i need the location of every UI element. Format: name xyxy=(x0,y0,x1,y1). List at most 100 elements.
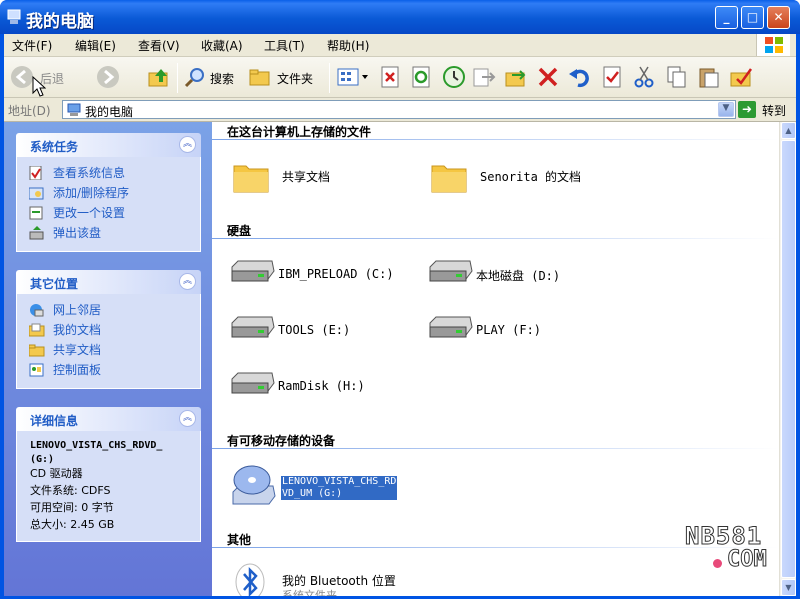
folder-icon xyxy=(233,165,269,193)
collapse-chevron-icon[interactable]: ︽ xyxy=(179,410,196,427)
delete-file-button[interactable] xyxy=(379,65,401,89)
toolbar: 后退 搜索 文件夹 xyxy=(4,57,796,98)
folders-button[interactable]: 文件夹 xyxy=(249,65,323,89)
scroll-down-button[interactable]: ▼ xyxy=(781,579,796,596)
views-button[interactable] xyxy=(336,65,370,89)
link-label: 更改一个设置 xyxy=(53,206,126,220)
menu-favorites[interactable]: 收藏(A) xyxy=(201,37,243,54)
drive-label: PLAY (F:) xyxy=(476,323,542,337)
folder-item[interactable]: 共享文档 xyxy=(232,158,330,199)
up-button[interactable] xyxy=(147,65,171,89)
copy-icon xyxy=(667,66,686,88)
move-to-button[interactable] xyxy=(472,65,496,89)
menu-view[interactable]: 查看(V) xyxy=(138,37,180,54)
system-info-icon xyxy=(29,166,42,180)
folder-options-icon xyxy=(730,68,753,87)
control-panel-icon xyxy=(29,363,44,377)
forward-button[interactable] xyxy=(96,65,128,89)
move-to-icon xyxy=(473,68,496,87)
collapse-chevron-icon[interactable]: ︽ xyxy=(179,273,196,290)
my-documents-link[interactable]: 我的文档 xyxy=(29,320,200,340)
task-pane: 系统任务 ︽ 查看系统信息 添加/删除程序 更改一个设置 弹出该盘 其它位置 ︽… xyxy=(4,122,212,596)
menu-edit[interactable]: 编辑(E) xyxy=(75,37,116,54)
hard-drive-icon xyxy=(429,316,473,338)
refresh-button[interactable] xyxy=(410,65,432,89)
drive-item[interactable]: RamDisk (H:) xyxy=(228,369,365,404)
folder-options-button[interactable] xyxy=(729,65,753,89)
drive-item[interactable]: TOOLS (E:) xyxy=(228,313,350,348)
hard-drive-icon xyxy=(231,372,275,394)
shared-documents-link[interactable]: 共享文档 xyxy=(29,340,200,360)
address-field[interactable]: 我的电脑 ▼ xyxy=(62,100,736,119)
hard-drive-icon xyxy=(231,316,275,338)
collapse-chevron-icon[interactable]: ︽ xyxy=(179,136,196,153)
folder-label: Senorita 的文档 xyxy=(480,170,582,184)
drive-label: IBM_PRELOAD (C:) xyxy=(278,267,394,281)
network-places-link[interactable]: 网上邻居 xyxy=(29,300,200,320)
system-tasks-title: 系统任务 xyxy=(30,140,79,154)
detail-filesystem: 文件系统: CDFS xyxy=(30,484,111,497)
close-button[interactable]: ✕ xyxy=(767,6,790,29)
detail-name: LENOVO_VISTA_CHS_RDVD_ xyxy=(30,440,163,451)
add-remove-icon xyxy=(29,187,44,200)
add-remove-programs-link[interactable]: 添加/删除程序 xyxy=(29,183,200,203)
cut-button[interactable] xyxy=(633,65,655,89)
menu-help[interactable]: 帮助(H) xyxy=(327,37,369,54)
detail-type: CD 驱动器 xyxy=(30,467,83,480)
up-folder-icon xyxy=(148,69,168,87)
scroll-up-button[interactable]: ▲ xyxy=(781,122,796,139)
address-bar: 地址(D) 我的电脑 ▼ ➜ 转到 xyxy=(4,98,796,122)
group-header-files: 在这台计算机上存储的文件 xyxy=(227,125,372,139)
history-button[interactable] xyxy=(442,65,466,89)
hard-drive-icon xyxy=(429,260,473,282)
watermark-top: NB581 xyxy=(684,522,763,551)
copy-button[interactable] xyxy=(665,65,689,89)
folder-icon xyxy=(431,165,467,193)
properties-button[interactable] xyxy=(601,65,623,89)
cd-drive-item[interactable]: LENOVO_VISTA_CHS_RD VD_UM (G:) xyxy=(230,462,420,512)
cd-drive-label: LENOVO_VISTA_CHS_RD VD_UM (G:) xyxy=(281,476,398,500)
group-header-removable: 有可移动存储的设备 xyxy=(227,434,336,448)
folder-icon xyxy=(29,344,45,357)
drive-item[interactable]: PLAY (F:) xyxy=(426,313,541,348)
window-title: 我的电脑 xyxy=(26,12,94,32)
drive-item[interactable]: IBM_PRELOAD (C:) xyxy=(228,257,394,292)
cd-drive-label-line2: VD_UM (G:) xyxy=(282,488,343,499)
search-icon xyxy=(184,68,204,88)
group-header-other: 其他 xyxy=(227,533,252,547)
other-places-header[interactable]: 其它位置 ︽ xyxy=(16,270,201,294)
address-dropdown-button[interactable]: ▼ xyxy=(718,102,734,117)
folder-item[interactable]: Senorita 的文档 xyxy=(430,158,581,199)
paste-button[interactable] xyxy=(697,65,721,89)
forward-arrow-icon xyxy=(97,66,119,88)
copy-to-button[interactable] xyxy=(504,65,528,89)
bluetooth-item[interactable]: 我的 Bluetooth 位置 系统文件夹 xyxy=(232,562,452,596)
drive-label: 本地磁盘 (D:) xyxy=(476,269,561,283)
maximize-button[interactable]: □ xyxy=(741,6,764,29)
network-icon xyxy=(30,304,44,317)
scroll-thumb[interactable] xyxy=(781,140,796,578)
back-arrow-icon xyxy=(11,66,33,88)
detail-free-space: 可用空间: 0 字节 xyxy=(30,501,114,514)
undo-button[interactable] xyxy=(568,65,592,89)
address-label: 地址(D) xyxy=(8,104,51,118)
bluetooth-icon xyxy=(235,563,265,596)
drive-item[interactable]: 本地磁盘 (D:) xyxy=(426,257,560,292)
title-bar[interactable]: 我的电脑 _ □ ✕ xyxy=(0,0,800,34)
menu-file[interactable]: 文件(F) xyxy=(12,37,52,54)
mouse-cursor-icon xyxy=(32,76,46,97)
undo-icon xyxy=(569,69,589,88)
views-icon xyxy=(337,68,368,86)
minimize-button[interactable]: _ xyxy=(715,6,738,29)
system-tasks-header[interactable]: 系统任务 ︽ xyxy=(16,133,201,157)
view-system-info-link[interactable]: 查看系统信息 xyxy=(29,163,200,183)
delete-button[interactable] xyxy=(536,65,560,89)
menu-tools[interactable]: 工具(T) xyxy=(264,37,305,54)
control-panel-link[interactable]: 控制面板 xyxy=(29,360,200,380)
search-button[interactable]: 搜索 xyxy=(184,65,246,89)
go-button[interactable]: ➜ 转到 xyxy=(738,100,794,120)
change-setting-link[interactable]: 更改一个设置 xyxy=(29,203,200,223)
properties-icon xyxy=(603,66,621,88)
eject-disc-link[interactable]: 弹出该盘 xyxy=(29,223,200,243)
details-header[interactable]: 详细信息 ︽ xyxy=(16,407,201,431)
